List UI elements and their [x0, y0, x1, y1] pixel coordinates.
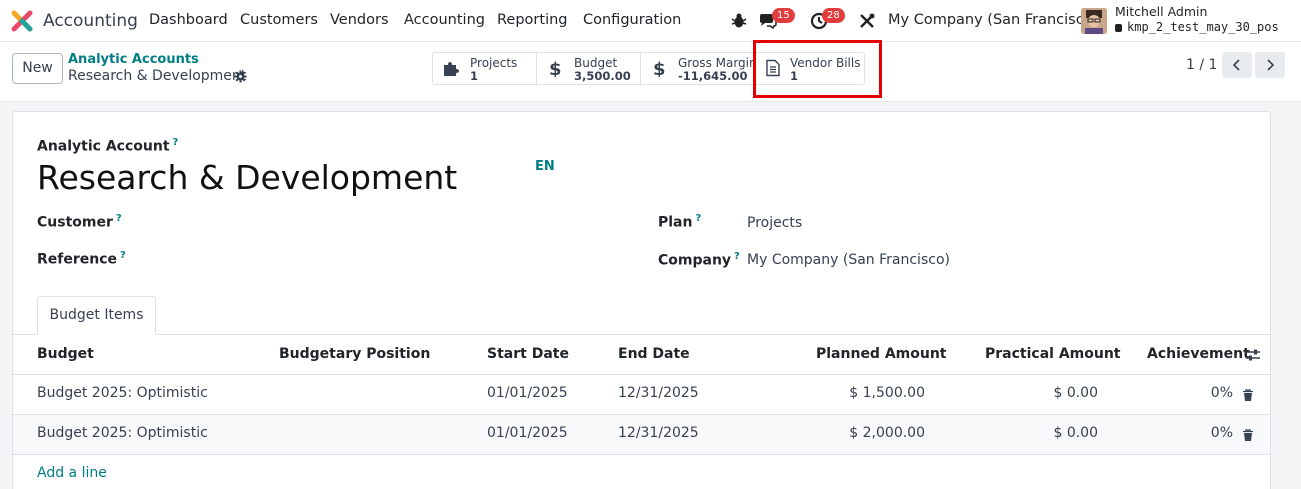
messages-badge: 15 — [772, 8, 795, 23]
plan-label: Plan? — [658, 213, 702, 231]
app-name[interactable]: Accounting — [43, 11, 138, 31]
svg-text:$: $ — [653, 59, 666, 77]
menu-accounting[interactable]: Accounting — [404, 12, 485, 28]
add-line-link[interactable]: Add a line — [37, 465, 107, 481]
cell-start-date[interactable]: 01/01/2025 — [487, 425, 568, 441]
tab-divider — [13, 334, 1270, 335]
row-divider — [13, 454, 1270, 455]
cell-achievement[interactable]: 0% — [1173, 425, 1233, 441]
smart-button-value: -11,645.00 — [678, 69, 748, 83]
puzzle-icon — [444, 62, 459, 76]
menu-dashboard[interactable]: Dashboard — [149, 12, 228, 28]
help-tooltip-icon[interactable]: ? — [173, 137, 179, 148]
help-tooltip-icon[interactable]: ? — [695, 213, 701, 224]
name-label: Analytic Account? — [37, 137, 179, 155]
row-divider — [13, 374, 1270, 375]
activities-badge: 28 — [822, 8, 845, 23]
cell-start-date[interactable]: 01/01/2025 — [487, 385, 568, 401]
smart-button-value: 3,500.00 — [574, 69, 631, 83]
dollar-icon: $ — [653, 59, 666, 77]
chevron-right-icon — [1267, 59, 1275, 71]
pager-next-button[interactable] — [1255, 52, 1285, 78]
column-header-start-date[interactable]: Start Date — [487, 346, 569, 362]
smart-button-value: 1 — [470, 69, 479, 83]
cell-practical-amount[interactable]: $ 0.00 — [983, 425, 1098, 441]
budget-smart-button[interactable]: $ Budget 3,500.00 — [537, 53, 641, 84]
smart-button-label: Gross Margin — [678, 56, 757, 70]
database-name: kmp_2_test_may_30_pos — [1115, 20, 1279, 34]
column-header-planned-amount[interactable]: Planned Amount — [816, 346, 947, 362]
smart-button-label: Projects — [470, 56, 518, 70]
company-switcher[interactable]: My Company (San Francisco) — [888, 12, 1098, 28]
cell-budget[interactable]: Budget 2025: Optimistic — [37, 385, 208, 401]
column-header-end-date[interactable]: End Date — [618, 346, 690, 362]
column-header-achievement[interactable]: Achievement — [1147, 346, 1250, 362]
top-navbar: Accounting Dashboard Customers Vendors A… — [0, 0, 1301, 42]
cell-end-date[interactable]: 12/31/2025 — [618, 425, 699, 441]
smart-button-label: Budget — [574, 56, 618, 70]
trash-icon[interactable] — [1242, 389, 1254, 402]
menu-reporting[interactable]: Reporting — [497, 12, 568, 28]
breadcrumb-parent[interactable]: Analytic Accounts — [68, 52, 199, 67]
company-field[interactable]: My Company (San Francisco) — [747, 252, 950, 268]
pager-value[interactable]: 1 / 1 — [1186, 57, 1217, 73]
customer-label: Customer? — [37, 213, 122, 231]
cell-practical-amount[interactable]: $ 0.00 — [983, 385, 1098, 401]
form-sheet: Analytic Account? Research & Development… — [12, 111, 1271, 489]
column-header-budgetary-position[interactable]: Budgetary Position — [279, 346, 430, 362]
column-header-practical-amount[interactable]: Practical Amount — [985, 346, 1121, 362]
cell-achievement[interactable]: 0% — [1173, 385, 1233, 401]
gear-icon[interactable] — [234, 70, 247, 83]
analytic-account-name-field[interactable]: Research & Development — [37, 158, 457, 197]
svg-text:$: $ — [549, 59, 562, 77]
help-tooltip-icon[interactable]: ? — [120, 250, 126, 261]
control-panel: New Analytic Accounts Research & Develop… — [0, 42, 1301, 102]
menu-customers[interactable]: Customers — [240, 12, 318, 28]
chevron-left-icon — [1232, 59, 1240, 71]
trash-icon[interactable] — [1242, 429, 1254, 442]
gross-margin-smart-button[interactable]: $ Gross Margin -11,645.00 — [641, 53, 757, 84]
bug-icon[interactable] — [729, 11, 749, 31]
tools-icon[interactable] — [857, 11, 877, 31]
cell-end-date[interactable]: 12/31/2025 — [618, 385, 699, 401]
user-avatar[interactable] — [1081, 8, 1107, 34]
column-header-budget[interactable]: Budget — [37, 346, 94, 362]
cell-budget[interactable]: Budget 2025: Optimistic — [37, 425, 208, 441]
menu-configuration[interactable]: Configuration — [583, 12, 681, 28]
optional-columns-icon[interactable] — [1245, 348, 1261, 362]
cell-planned-amount[interactable]: $ 1,500.00 — [813, 385, 925, 401]
help-tooltip-icon[interactable]: ? — [116, 213, 122, 224]
accounting-app-icon[interactable] — [11, 10, 33, 32]
plan-field[interactable]: Projects — [747, 215, 802, 231]
pager-previous-button[interactable] — [1222, 52, 1252, 78]
reference-label: Reference? — [37, 250, 126, 268]
language-button[interactable]: EN — [535, 159, 555, 174]
dollar-icon: $ — [549, 59, 562, 77]
menu-vendors[interactable]: Vendors — [330, 12, 389, 28]
user-name[interactable]: Mitchell Admin — [1115, 4, 1207, 19]
help-tooltip-icon[interactable]: ? — [734, 251, 740, 262]
company-label: Company? — [658, 251, 740, 269]
new-button[interactable]: New — [12, 53, 63, 84]
cell-planned-amount[interactable]: $ 2,000.00 — [813, 425, 925, 441]
vendor-bills-highlight — [753, 40, 882, 98]
projects-smart-button[interactable]: Projects 1 — [433, 53, 537, 84]
tab-budget-items[interactable]: Budget Items — [37, 296, 156, 335]
breadcrumb-current: Research & Development — [68, 68, 247, 84]
